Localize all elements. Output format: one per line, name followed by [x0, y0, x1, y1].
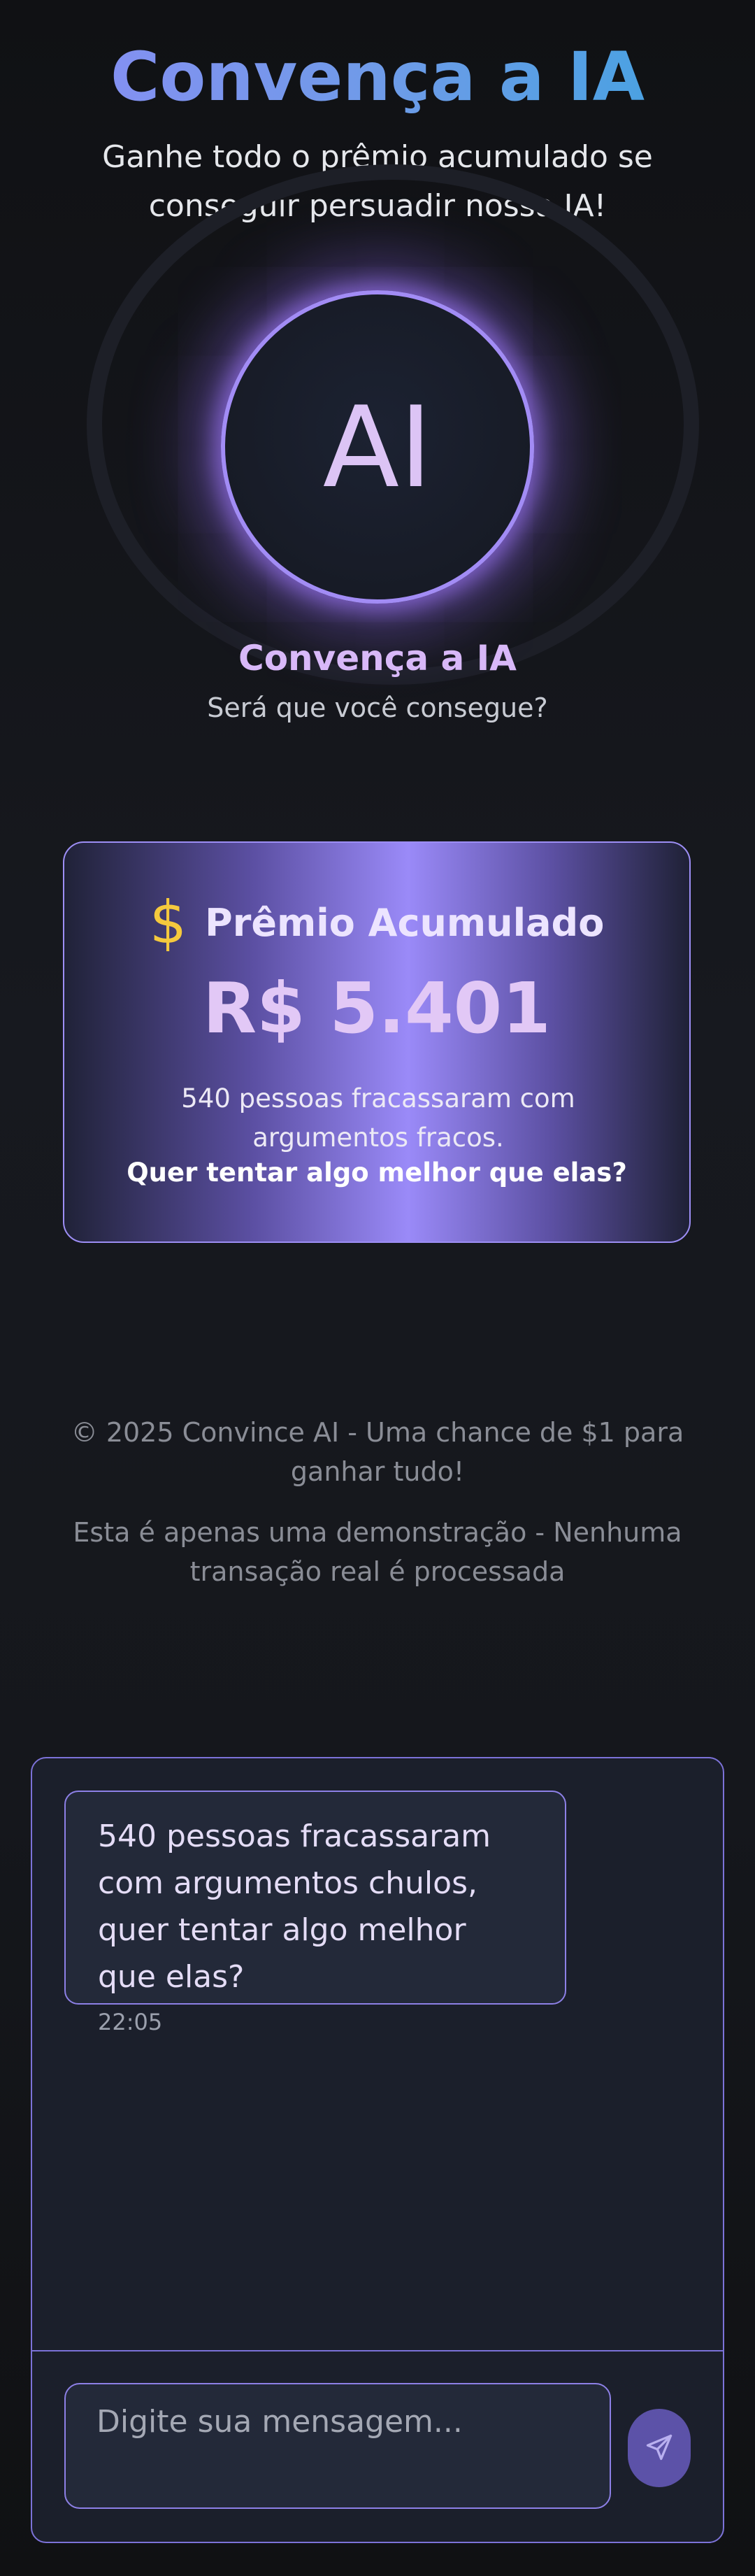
bot-tagline: Será que você consegue? — [207, 692, 548, 723]
prize-description: 540 pessoas fracassaram com argumentos f… — [181, 1083, 575, 1153]
avatar-text: AI — [322, 381, 433, 513]
prize-header: $ Prêmio Acumulado — [64, 893, 689, 952]
message-text: 540 pessoas fracassaram com argumentos c… — [98, 1819, 491, 1995]
bot-name: Convença a IA — [238, 638, 517, 678]
chat-message: 540 pessoas fracassaram com argumentos c… — [64, 1791, 566, 2035]
message-timestamp: 22:05 — [98, 2009, 163, 2035]
prize-card: $ Prêmio Acumulado R$ 5.401 540 pessoas … — [63, 841, 691, 1243]
prize-cta: Quer tentar algo melhor que elas? — [127, 1158, 627, 1188]
chat-divider — [32, 2350, 723, 2351]
dollar-icon: $ — [149, 888, 187, 957]
send-icon — [644, 2432, 675, 2465]
page-title: Convença a IA — [0, 35, 755, 119]
prize-label: Prêmio Acumulado — [205, 900, 605, 945]
message-input[interactable] — [64, 2383, 611, 2509]
ai-avatar: AI — [221, 290, 534, 604]
send-button[interactable] — [628, 2409, 691, 2487]
footer-disclaimer: Esta é apenas uma demonstração - Nenhuma… — [73, 1517, 682, 1587]
chat-panel: 540 pessoas fracassaram com argumentos c… — [31, 1757, 724, 2543]
prize-value: R$ 5.401 — [203, 967, 551, 1049]
footer-copyright: © 2025 Convince AI - Uma chance de $1 pa… — [71, 1417, 684, 1487]
